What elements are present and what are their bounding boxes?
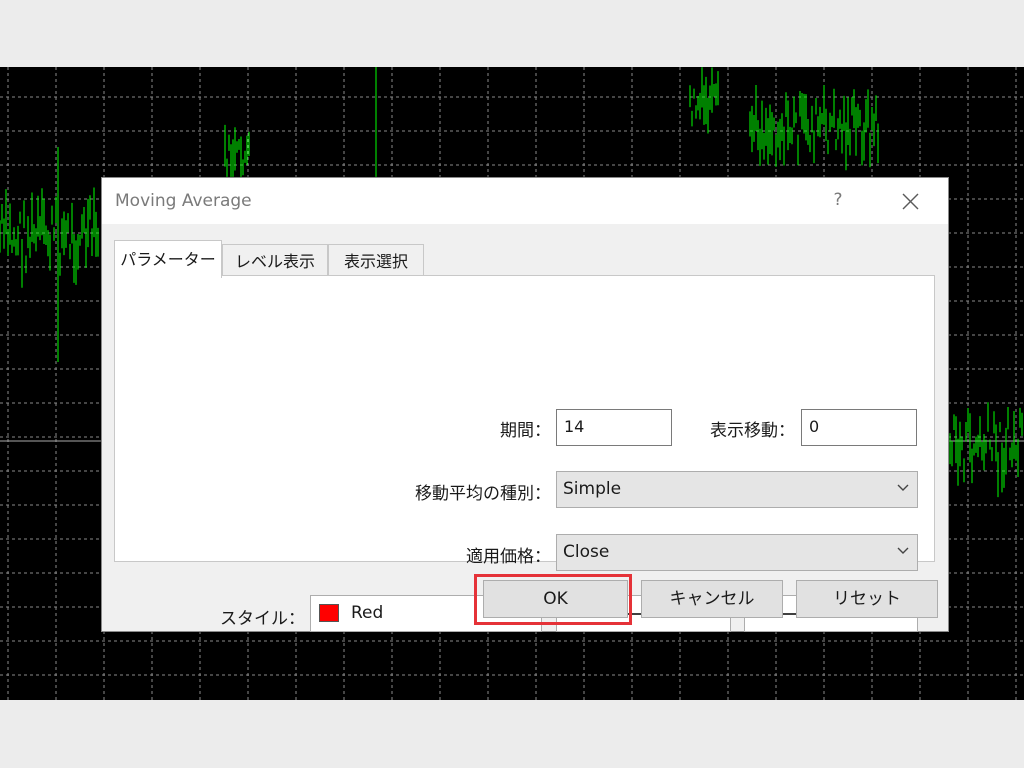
style-label: スタイル： (220, 609, 305, 629)
color-value: Red (351, 603, 384, 623)
shift-input[interactable]: 0 (801, 409, 917, 446)
chevron-down-icon (897, 484, 909, 491)
reset-button[interactable]: リセット (796, 580, 938, 618)
dialog-title: Moving Average (115, 191, 252, 211)
ma-method-select[interactable]: Simple (556, 471, 918, 508)
apply-to-label: 適用価格： (466, 547, 551, 567)
tab-parameters[interactable]: パラメーター (114, 240, 222, 278)
moving-average-dialog: Moving Average ? パラメーター レベル表示 表示選択 期間： 1… (101, 177, 949, 632)
period-input[interactable]: 14 (556, 409, 672, 446)
ma-method-value: Simple (563, 479, 622, 499)
shift-label: 表示移動： (710, 421, 795, 441)
close-icon (902, 193, 919, 210)
color-swatch (319, 604, 339, 622)
ma-method-label: 移動平均の種別： (415, 484, 551, 504)
period-label: 期間： (500, 421, 551, 441)
close-button[interactable] (898, 188, 924, 214)
apply-to-value: Close (563, 542, 610, 562)
apply-to-select[interactable]: Close (556, 534, 918, 571)
tab-levels[interactable]: レベル表示 (222, 244, 328, 278)
chevron-down-icon (897, 547, 909, 554)
parameters-panel: 期間： 14 表示移動： 0 移動平均の種別： Simple 適用価格： Clo… (114, 275, 935, 632)
help-button[interactable]: ? (828, 188, 848, 212)
cancel-button[interactable]: キャンセル (641, 580, 783, 618)
dialog-titlebar: Moving Average ? (102, 178, 948, 224)
ok-button-highlight (474, 574, 632, 625)
tab-visualization[interactable]: 表示選択 (328, 244, 424, 278)
